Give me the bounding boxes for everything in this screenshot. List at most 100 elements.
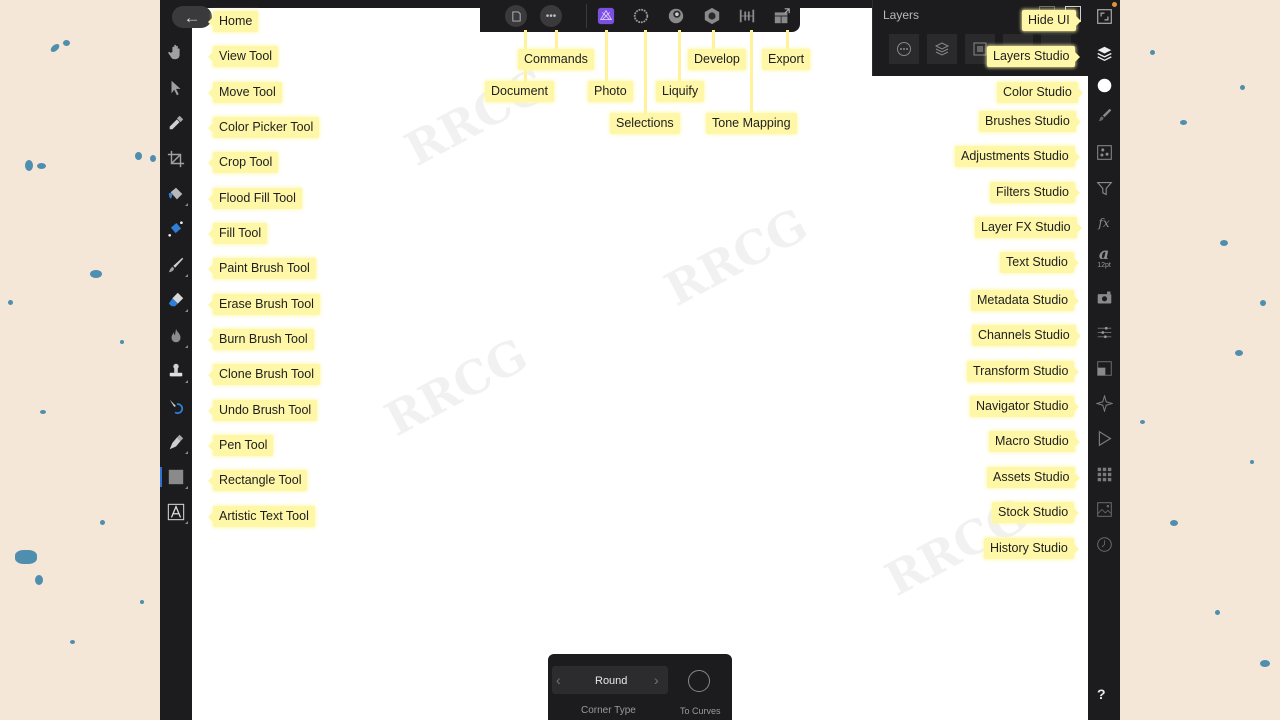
metadata-studio-button[interactable] [1092,285,1116,309]
brushes-studio-button[interactable] [1092,103,1116,127]
tooltip-home: Home [207,11,259,32]
channels-sliders-icon [1097,326,1111,338]
clock-icon [1096,536,1112,552]
channels-studio-button[interactable] [1092,320,1116,344]
back-arrow-icon: ← [183,7,201,27]
tooltip-color-studio: Color Studio [997,82,1083,103]
tooltip-develop: Develop [688,49,746,70]
fill-tool-button[interactable] [164,217,188,241]
chevron-left-icon[interactable]: ‹ [556,672,561,688]
tooltip-assets-studio: Assets Studio [987,467,1081,488]
stamp-icon [169,363,183,377]
artistic-text-tool-button[interactable] [164,500,188,524]
selections-persona-icon [633,8,649,24]
tooltip-layers-studio: Layers Studio [987,46,1081,67]
burn-brush-tool-button[interactable] [164,324,188,348]
filters-studio-button[interactable] [1092,176,1116,200]
flood-fill-tool-button[interactable] [164,182,188,206]
adjustments-studio-button[interactable] [1092,140,1116,164]
history-studio-button[interactable] [1092,532,1116,556]
tooltip-flood-fill-tool: Flood Fill Tool [208,188,302,209]
tooltip-transform-studio: Transform Studio [967,361,1080,382]
tooltip-text-studio: Text Studio [1000,252,1079,273]
rectangle-tool-button[interactable] [160,465,188,489]
tools-panel [160,0,192,720]
text-studio-button[interactable]: a 12pt [1092,242,1116,272]
home-button[interactable]: ← [172,6,212,28]
add-layer-button[interactable] [927,34,957,64]
filter-funnel-icon [1095,181,1113,195]
decorative-background-left [0,0,160,720]
color-picker-tool-button[interactable] [164,111,188,135]
paint-brush-tool-button[interactable] [164,253,188,277]
affinity-photo-window: RRCG RRCG RRCG RRCG ← ••• Layers fx a 12… [160,0,1120,720]
arrow-pointer-icon [171,80,181,96]
transform-studio-button[interactable] [1092,356,1116,380]
leader-line [644,30,647,114]
view-tool-button[interactable] [164,40,188,64]
develop-persona-button[interactable] [702,6,722,26]
liquify-persona-button[interactable] [666,6,686,26]
undo-brush-tool-button[interactable] [164,394,188,418]
corner-type-label: Corner Type [581,705,636,716]
help-button[interactable]: ? [1097,686,1106,702]
macro-studio-button[interactable] [1092,426,1116,450]
tooltip-erase-brush-tool: Erase Brush Tool [208,294,320,315]
stock-studio-button[interactable] [1092,497,1116,521]
undo-brush-icon [169,399,184,415]
tooltip-clone-brush-tool: Clone Brush Tool [208,364,320,385]
tone-mapping-persona-icon [739,9,755,23]
tooltip-view-tool: View Tool [207,46,279,67]
gradient-fill-icon [168,221,183,237]
pen-tool-button[interactable] [164,430,188,454]
transform-icon [1096,360,1112,376]
tooltip-export: Export [762,49,811,70]
color-studio-button[interactable] [1092,73,1116,97]
hand-icon [168,44,180,60]
chevron-right-icon[interactable]: › [654,672,659,688]
commands-button[interactable]: ••• [540,5,562,27]
leader-line [786,30,789,50]
tooltip-photo: Photo [588,81,633,102]
tooltip-rectangle-tool: Rectangle Tool [207,470,308,491]
more-options-icon [897,42,911,56]
navigator-studio-button[interactable] [1092,391,1116,415]
to-curves-button[interactable] [688,670,710,692]
tooltip-burn-brush-tool: Burn Brush Tool [208,329,314,350]
tooltip-history-studio: History Studio [984,538,1079,559]
brush-icon [1098,108,1111,121]
text-tool-icon [167,503,185,521]
liquify-persona-icon [668,8,684,24]
decorative-background-right [1120,0,1280,720]
play-icon [1098,430,1112,446]
color-circle-icon [1097,78,1111,92]
layers-stack-icon [1096,46,1112,61]
camera-icon [1097,291,1111,303]
document-icon [511,10,521,22]
paint-bucket-icon [168,187,183,200]
watermark: RRCG [656,197,817,317]
export-persona-button[interactable] [772,6,792,26]
crop-tool-button[interactable] [164,147,188,171]
hide-ui-toggle[interactable] [1092,4,1116,28]
selections-persona-button[interactable] [631,6,651,26]
tooltip-selections: Selections [610,113,680,134]
more-commands-icon: ••• [545,10,557,22]
layer-options-button[interactable] [889,34,919,64]
assets-studio-button[interactable] [1092,462,1116,486]
clone-brush-tool-button[interactable] [164,359,188,383]
move-tool-button[interactable] [164,76,188,100]
context-toolbar: ‹ Round › Corner Type To Curves [548,654,732,720]
erase-brush-tool-button[interactable] [164,288,188,312]
hide-ui-icon [1096,8,1112,24]
fx-icon: fx [1098,216,1110,230]
tooltip-document: Document [485,81,554,102]
layers-studio-button[interactable] [1092,41,1116,65]
tooltip-tone-mapping: Tone Mapping [706,113,797,134]
tooltip-artistic-text-tool: Artistic Text Tool [208,506,315,527]
tone-mapping-persona-button[interactable] [737,6,757,26]
leader-line [712,30,715,50]
photo-persona-button[interactable] [596,6,616,26]
layer-fx-studio-button[interactable]: fx [1092,211,1116,235]
document-button[interactable] [505,5,527,27]
